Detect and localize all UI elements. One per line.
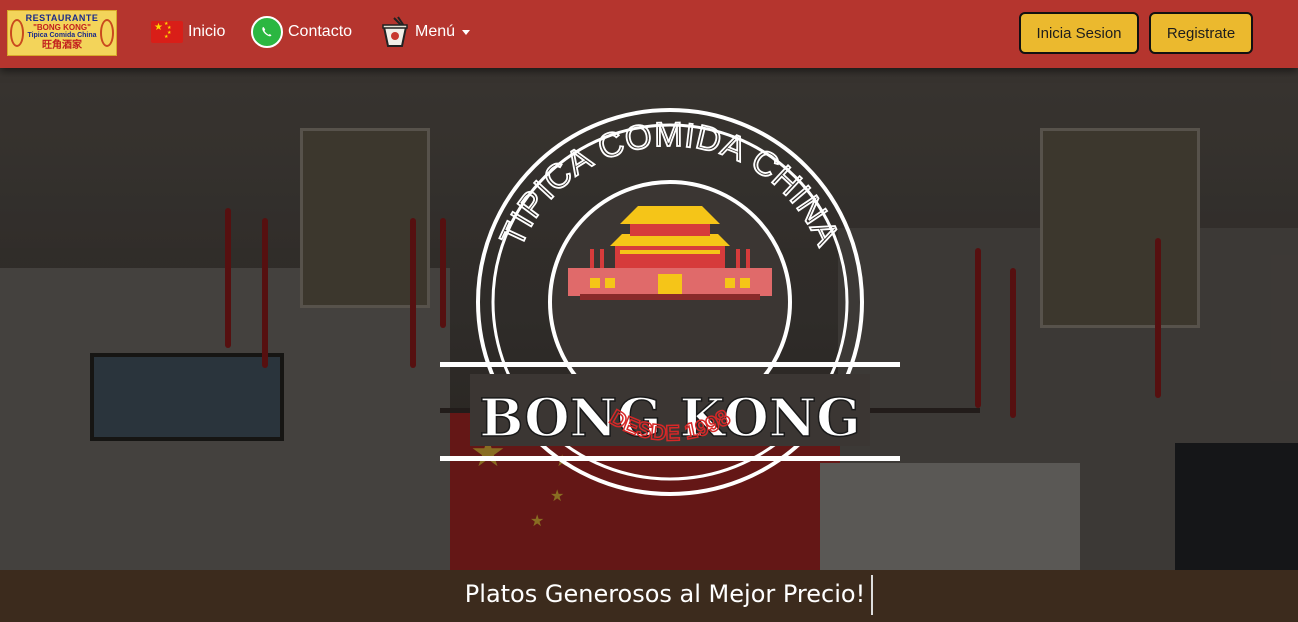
noodle-box-icon [382,16,408,47]
register-button[interactable]: Registrate [1149,12,1253,54]
tagline-text: Platos Generosos al Mejor Precio! [464,580,866,608]
nav-link-contacto[interactable]: Contacto [251,14,352,50]
dragon-right-icon [100,19,114,47]
hero-banner: ★ ★ ★ ★ ★ TIPICA COMIDA CHINA [0,68,1298,622]
navbar: RESTAURANTE "BONG KONG" Tipica Comida Ch… [0,0,1298,68]
restaurant-logo[interactable]: RESTAURANTE "BONG KONG" Tipica Comida Ch… [7,10,117,56]
nav-dropdown-menu[interactable]: Menú [380,14,471,50]
hero-tagline: Platos Generosos al Mejor Precio! [0,575,1298,615]
whatsapp-icon [251,16,283,48]
logo-line-restaurante: RESTAURANTE [25,13,99,23]
nav-link-inicio[interactable]: ★ ★ ★ ★ ★ Inicio [151,14,225,50]
nav-label-contacto: Contacto [288,23,353,40]
nav-label-inicio: Inicio [188,23,226,40]
bong-kong-emblem: TIPICA COMIDA CHINA BONG KONG DESDE 1998 [440,108,900,496]
nav-label-menu: Menú [415,23,456,40]
chevron-down-icon [462,29,471,35]
china-flag-icon: ★ ★ ★ ★ ★ [151,21,183,43]
logo-line-chinese: 旺角酒家 [42,40,82,51]
dragon-left-icon [10,19,24,47]
typing-cursor [871,575,874,615]
login-button[interactable]: Inicia Sesion [1019,12,1139,54]
